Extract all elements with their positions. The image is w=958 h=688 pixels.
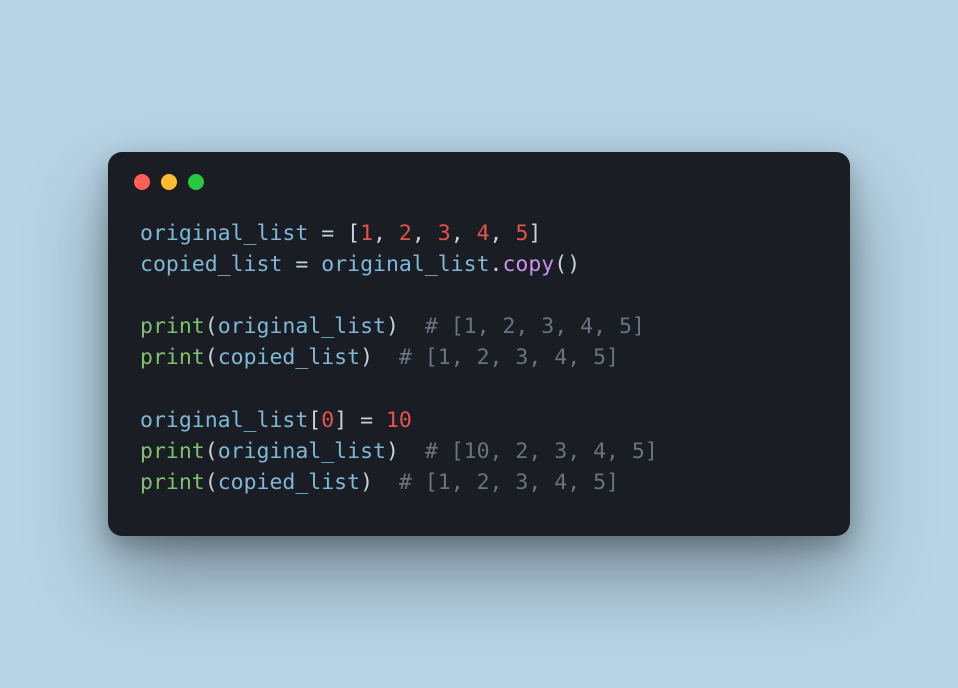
code-token: (: [205, 470, 218, 495]
code-token: (: [205, 345, 218, 370]
code-line: print(original_list) # [10, 2, 3, 4, 5]: [140, 439, 658, 464]
code-token: ,: [412, 221, 438, 246]
code-token: 10: [386, 408, 412, 433]
code-token: print: [140, 439, 205, 464]
code-token: ): [360, 345, 399, 370]
code-token: 2: [399, 221, 412, 246]
code-block: original_list = [1, 2, 3, 4, 5] copied_l…: [108, 190, 850, 513]
code-token: ,: [490, 221, 516, 246]
code-token: ]: [528, 221, 541, 246]
code-token: print: [140, 345, 205, 370]
code-token: 4: [477, 221, 490, 246]
code-line: print(copied_list) # [1, 2, 3, 4, 5]: [140, 470, 619, 495]
code-token: (): [554, 252, 580, 277]
page-background: original_list = [1, 2, 3, 4, 5] copied_l…: [0, 0, 958, 688]
code-token: ): [386, 439, 425, 464]
code-token: ,: [451, 221, 477, 246]
code-token: copied_list: [218, 345, 360, 370]
code-token: copy: [502, 252, 554, 277]
code-token: =: [282, 252, 321, 277]
code-token: original_list: [321, 252, 489, 277]
code-token: ): [360, 470, 399, 495]
traffic-light-close-icon[interactable]: [134, 174, 150, 190]
code-token: 5: [515, 221, 528, 246]
code-token: original_list: [140, 221, 308, 246]
code-token: # [1, 2, 3, 4, 5]: [399, 345, 619, 370]
code-token: 0: [321, 408, 334, 433]
traffic-light-minimize-icon[interactable]: [161, 174, 177, 190]
code-token: .: [490, 252, 503, 277]
code-line: print(original_list) # [1, 2, 3, 4, 5]: [140, 314, 645, 339]
window-titlebar: [108, 152, 850, 190]
code-token: ,: [373, 221, 399, 246]
code-token: original_list: [218, 314, 386, 339]
code-line: copied_list = original_list.copy(): [140, 252, 580, 277]
code-token: = [: [308, 221, 360, 246]
code-token: original_list: [218, 439, 386, 464]
code-token: print: [140, 470, 205, 495]
code-token: copied_list: [140, 252, 282, 277]
code-token: 3: [438, 221, 451, 246]
code-line: original_list = [1, 2, 3, 4, 5]: [140, 221, 541, 246]
traffic-light-zoom-icon[interactable]: [188, 174, 204, 190]
code-token: (: [205, 314, 218, 339]
code-token: # [1, 2, 3, 4, 5]: [425, 314, 645, 339]
code-token: # [10, 2, 3, 4, 5]: [425, 439, 658, 464]
code-token: (: [205, 439, 218, 464]
code-token: # [1, 2, 3, 4, 5]: [399, 470, 619, 495]
code-token: print: [140, 314, 205, 339]
code-token: ): [386, 314, 425, 339]
code-token: original_list: [140, 408, 308, 433]
code-token: ] =: [334, 408, 386, 433]
code-window: original_list = [1, 2, 3, 4, 5] copied_l…: [108, 152, 850, 537]
code-line: original_list[0] = 10: [140, 408, 412, 433]
code-token: copied_list: [218, 470, 360, 495]
code-line: print(copied_list) # [1, 2, 3, 4, 5]: [140, 345, 619, 370]
code-token: 1: [360, 221, 373, 246]
code-token: [: [308, 408, 321, 433]
